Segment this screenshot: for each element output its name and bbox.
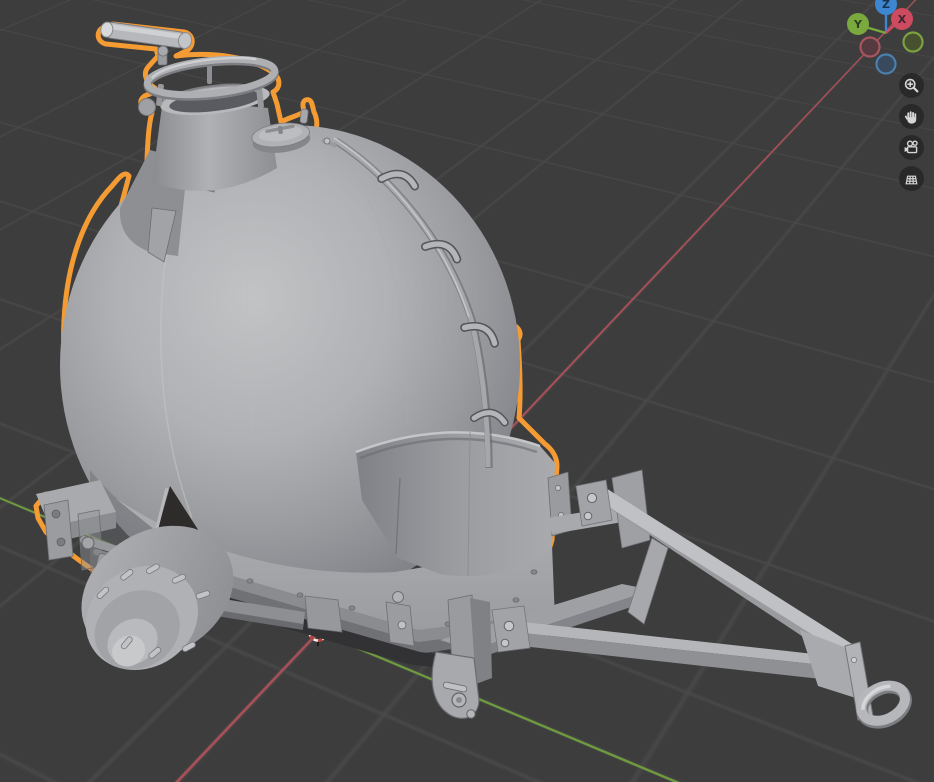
camera-icon — [904, 140, 918, 154]
hand-icon — [904, 111, 917, 124]
3d-viewport[interactable]: X Y Z — [0, 0, 934, 782]
gizmo-ball-y-neg[interactable] — [902, 31, 924, 53]
gizmo-label-y: Y — [853, 18, 863, 31]
zoom-button[interactable] — [899, 73, 924, 98]
grid-perspective-icon — [905, 175, 918, 185]
camera-view-button[interactable] — [899, 135, 924, 160]
model-tanker-trailer[interactable] — [0, 0, 934, 782]
gizmo-label-x: X — [898, 13, 907, 26]
gizmo-label-z: Z — [882, 0, 890, 11]
gizmo-ball-y-pos[interactable]: Y — [847, 13, 869, 35]
viewport-toolbar — [899, 73, 925, 191]
gizmo-ball-x-pos[interactable]: X — [891, 8, 913, 30]
gizmo-ball-z-neg[interactable] — [875, 53, 897, 75]
magnifier-plus-icon — [904, 78, 919, 93]
perspective-toggle-button[interactable] — [899, 166, 924, 191]
gizmo-ball-x-neg[interactable] — [859, 36, 881, 58]
pan-button[interactable] — [899, 104, 924, 129]
